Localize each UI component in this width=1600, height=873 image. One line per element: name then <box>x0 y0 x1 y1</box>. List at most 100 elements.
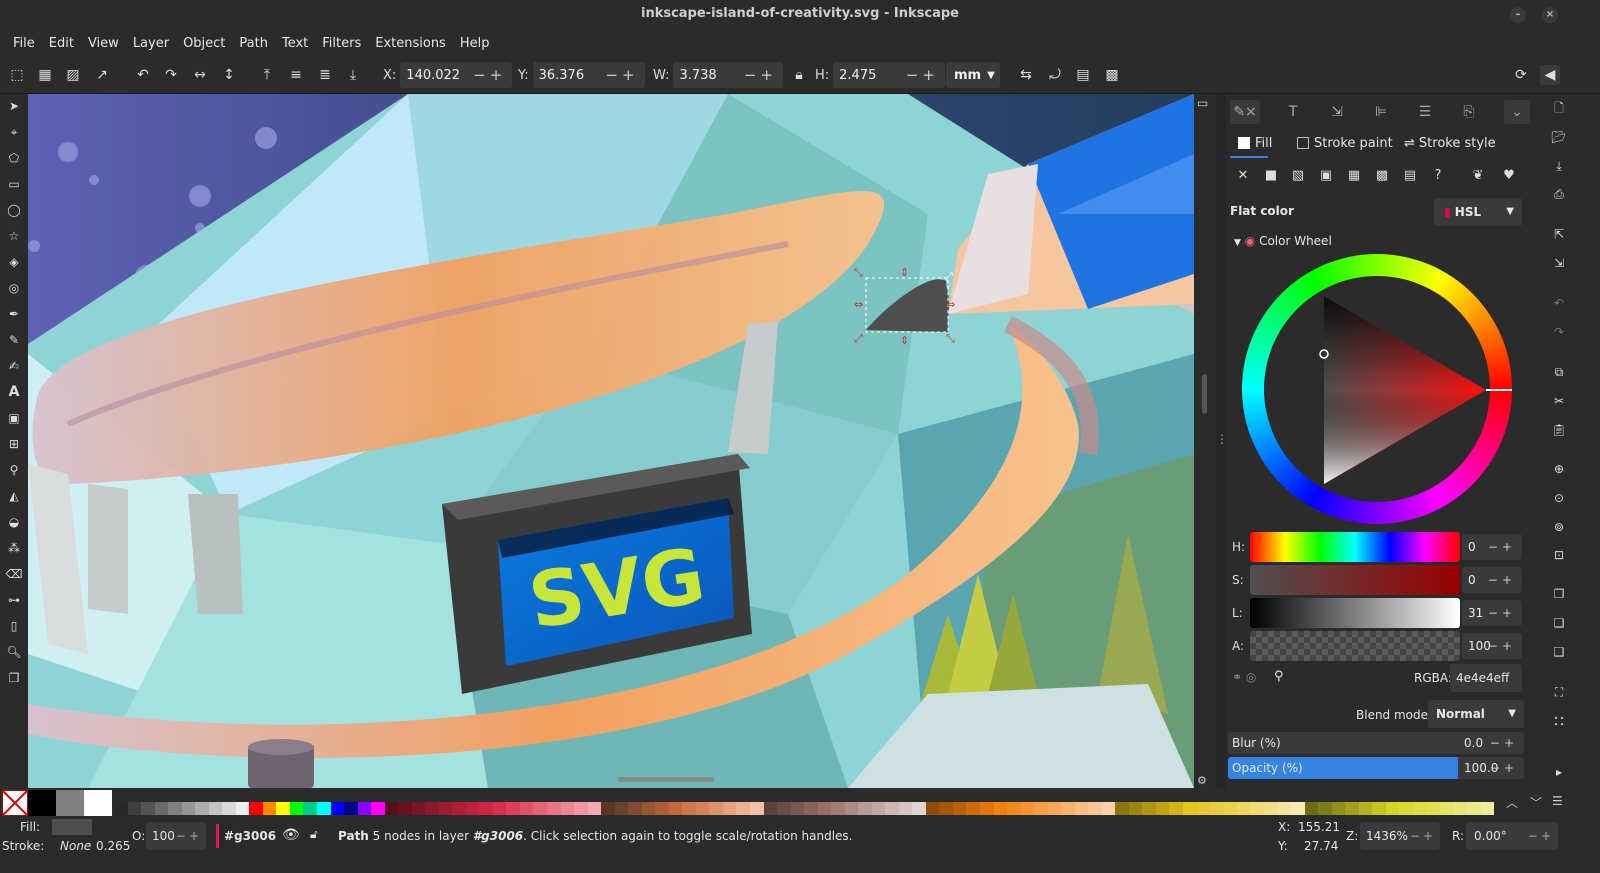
gradient-tool-icon[interactable]: ▣ <box>4 408 24 428</box>
pattern-icon[interactable]: ▩ <box>1372 166 1392 186</box>
blend-mode-select[interactable]: Normal ▼ <box>1428 700 1524 728</box>
palette-swatch[interactable] <box>1169 802 1183 815</box>
palette-swatch[interactable] <box>127 802 142 815</box>
tab-fill[interactable]: Fill <box>1238 132 1272 154</box>
palette-swatch[interactable] <box>844 802 859 815</box>
palette-swatch[interactable] <box>1196 802 1211 815</box>
text-tool-icon[interactable]: A <box>4 382 24 402</box>
palette-swatch[interactable] <box>506 802 520 815</box>
group-icon[interactable]: ⛶ <box>1549 682 1569 702</box>
palette-swatch[interactable] <box>519 802 534 815</box>
transform-gradients-icon[interactable]: ▤ <box>1073 65 1093 85</box>
palette-swatch[interactable] <box>777 802 791 815</box>
palette-swatch[interactable] <box>804 802 818 815</box>
zoom-drawing-icon[interactable]: ⊙ <box>1549 488 1569 508</box>
palette-swatch[interactable] <box>1101 802 1116 815</box>
palette-swatch[interactable] <box>722 802 737 815</box>
menu-text[interactable]: Text <box>275 36 315 51</box>
palette-swatch[interactable] <box>1047 802 1062 815</box>
palette-swatch[interactable] <box>1480 802 1495 815</box>
palette-swatch[interactable] <box>249 802 263 815</box>
lower-icon[interactable]: ≣ <box>315 65 335 85</box>
palette-swatch[interactable] <box>1467 802 1481 815</box>
stroke-width[interactable]: 0.265 <box>96 839 130 853</box>
select-all-icon[interactable]: ⬚ <box>7 65 27 85</box>
no-paint-icon[interactable]: ✕ <box>1233 166 1253 186</box>
palette-swatch[interactable] <box>1182 802 1197 815</box>
swatch-white[interactable] <box>84 790 112 816</box>
rotate-ccw-icon[interactable]: ↶ <box>133 65 153 85</box>
menu-file[interactable]: File <box>6 36 42 51</box>
x-stepper[interactable]: −+ <box>473 66 512 84</box>
hue-input[interactable]: 0 −+ <box>1462 534 1522 560</box>
unset-paint-icon[interactable]: ? <box>1428 166 1448 186</box>
color-wheel-expander[interactable]: ▼ ◉ Color Wheel <box>1234 234 1332 248</box>
palette-swatch[interactable] <box>614 802 629 815</box>
menu-view[interactable]: View <box>81 36 126 51</box>
blur-stepper[interactable]: −+ <box>1490 732 1518 754</box>
saturation-slider[interactable] <box>1250 565 1460 595</box>
palette-swatch[interactable] <box>438 802 453 815</box>
color-wheel[interactable] <box>1242 254 1516 524</box>
palette-swatch[interactable] <box>628 802 642 815</box>
palette-swatch[interactable] <box>1223 802 1238 815</box>
palette-scroll-up-icon[interactable]: ︿ <box>1506 794 1518 811</box>
palette-swatch[interactable] <box>1264 802 1278 815</box>
blur-slider[interactable]: Blur (%) 0.0 −+ <box>1228 732 1524 754</box>
opacity-slider[interactable]: Opacity (%) 100.0 −+ <box>1228 757 1524 779</box>
palette-swatch[interactable] <box>479 802 493 815</box>
tab-layers-icon[interactable]: ☰ <box>1412 100 1438 124</box>
tabs-overflow-icon[interactable]: ⌄ <box>1504 100 1530 124</box>
menu-help[interactable]: Help <box>453 36 497 51</box>
star-tool-icon[interactable]: ☆ <box>4 226 24 246</box>
palette-swatch[interactable] <box>208 802 223 815</box>
alpha-input[interactable]: 100 −+ <box>1462 633 1522 659</box>
vscroll-thumb[interactable] <box>1202 374 1207 414</box>
color-managed-icon[interactable]: ⚭ ◎ <box>1232 670 1256 684</box>
opacity-input[interactable]: 100 −+ <box>146 822 206 850</box>
snap-icon[interactable]: ⟳ <box>1511 65 1531 85</box>
palette-swatch[interactable] <box>398 802 412 815</box>
color-mode-select[interactable]: ▮ HSL ▼ <box>1434 198 1522 226</box>
collapse-toolbar-icon[interactable]: ◀ <box>1540 65 1560 85</box>
palette-swatch[interactable] <box>1331 802 1346 815</box>
linear-gradient-icon[interactable]: ▧ <box>1288 166 1308 186</box>
duplicate-icon[interactable]: ❐ <box>1549 584 1569 604</box>
shape-builder-icon[interactable]: ⬠ <box>4 148 24 168</box>
palette-swatch[interactable] <box>316 802 331 815</box>
palette-swatch[interactable] <box>993 802 1008 815</box>
palette-swatch[interactable] <box>452 802 466 815</box>
palette-swatch[interactable] <box>289 802 304 815</box>
tab-stroke-style[interactable]: ⇌ Stroke style <box>1404 132 1496 154</box>
rectangle-tool-icon[interactable]: ▭ <box>4 174 24 194</box>
palette-swatch[interactable] <box>1210 802 1224 815</box>
menu-object[interactable]: Object <box>176 36 232 51</box>
palette-swatch[interactable] <box>195 802 209 815</box>
menu-filters[interactable]: Filters <box>315 36 368 51</box>
lightness-stepper[interactable]: −+ <box>1488 600 1516 626</box>
palette-swatch[interactable] <box>1250 802 1265 815</box>
palette-swatch[interactable] <box>384 802 399 815</box>
alpha-slider[interactable] <box>1250 631 1460 661</box>
palette-swatch[interactable] <box>871 802 886 815</box>
palette-swatch[interactable] <box>1034 802 1048 815</box>
panel-divider[interactable]: ⋮ <box>1216 94 1228 788</box>
fill-rule-nonzero-icon[interactable]: ♥ <box>1499 166 1519 186</box>
h-stepper[interactable]: −+ <box>906 66 945 84</box>
undo-icon[interactable]: ↶ <box>1549 293 1569 313</box>
palette-swatch[interactable] <box>1304 802 1319 815</box>
layer-lock-icon[interactable]: 🔓︎ <box>310 827 318 842</box>
palette-swatch[interactable] <box>763 802 778 815</box>
palette-swatch[interactable] <box>1372 802 1386 815</box>
palette-swatch[interactable] <box>344 802 358 815</box>
flip-horizontal-icon[interactable]: ↔ <box>190 65 210 85</box>
palette-swatch[interactable] <box>1453 802 1468 815</box>
eraser-tool-icon[interactable]: ⌫ <box>4 564 24 584</box>
node-tool-icon[interactable]: ⌖ <box>4 122 24 142</box>
palette-menu-icon[interactable]: ☰ <box>1552 794 1563 808</box>
palette-swatch[interactable] <box>1237 802 1251 815</box>
palette-swatch[interactable] <box>1358 802 1373 815</box>
paste-icon[interactable]: 📋︎ <box>1549 420 1569 440</box>
select-all-layers-icon[interactable]: ▦ <box>35 65 55 85</box>
unit-select[interactable]: mm ▼ <box>946 62 1000 88</box>
